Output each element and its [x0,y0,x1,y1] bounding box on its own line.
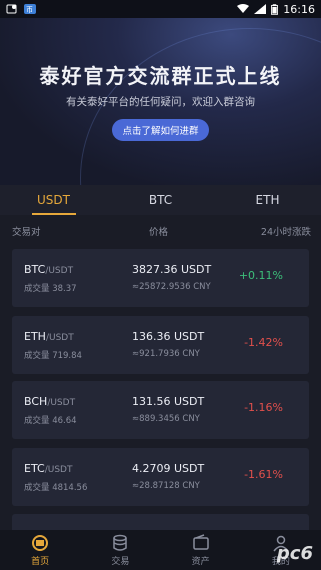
pair-base: ETC [24,462,45,475]
app-notification-icon: 币 [24,4,36,14]
market-row-bch[interactable]: BCH/USDT 成交量 46.64 131.56 USDT ≈889.3456… [12,381,309,439]
pair-label: BTC/USDT [24,263,73,276]
status-bar: 币 16:16 [0,0,321,18]
market-column-header: 交易对 价格 24小时涨跌 [0,222,321,238]
coins-icon [113,534,128,551]
market-row-partial[interactable] [12,514,309,530]
pair-base: ETH [24,330,46,343]
market-row-eth[interactable]: ETH/USDT 成交量 719.84 136.36 USDT ≈921.793… [12,316,309,374]
banner-subtitle: 有关泰好平台的任何疑问，欢迎入群咨询 [66,96,255,108]
notification-icon [6,4,17,14]
column-pair: 交易对 [12,227,41,238]
signal-icon [254,4,267,14]
market-row-btc[interactable]: BTC/USDT 成交量 38.37 3827.36 USDT ≈25872.9… [12,249,309,307]
price: 136.36 USDT [132,330,205,343]
price-cny: ≈921.7936 CNY [132,349,200,359]
nav-trade[interactable]: 交易 [80,530,160,570]
tab-eth[interactable]: ETH [214,185,321,215]
volume: 成交量 719.84 [24,351,82,361]
price: 131.56 USDT [132,395,205,408]
nav-home-label: 首页 [31,556,50,567]
column-change: 24小时涨跌 [260,227,311,238]
price: 4.2709 USDT [132,462,205,475]
promo-banner[interactable]: 泰好官方交流群正式上线 有关泰好平台的任何疑问，欢迎入群咨询 点击了解如何进群 [0,18,321,185]
svg-text:币: 币 [26,6,33,14]
wifi-icon [237,4,250,13]
volume: 成交量 46.64 [24,416,77,426]
pair-label: BCH/USDT [24,395,75,408]
change-24h: -1.42% [244,336,283,349]
tab-btc[interactable]: BTC [107,185,214,215]
pair-base: BCH [24,395,48,408]
change-24h: -1.61% [244,468,283,481]
price: 3827.36 USDT [132,263,212,276]
tab-usdt[interactable]: USDT [0,185,107,215]
column-price: 价格 [149,227,169,238]
status-time: 16:16 [283,2,315,16]
pair-quote: /USDT [47,398,76,408]
change-24h: +0.11% [238,269,283,282]
wallet-icon [192,533,209,550]
price-cny: ≈28.87128 CNY [132,481,200,491]
price-cny: ≈889.3456 CNY [132,414,200,424]
price-cny: ≈25872.9536 CNY [132,282,211,292]
bottom-nav: 首页 交易 资产 我的 [0,530,321,570]
join-group-button[interactable]: 点击了解如何进群 [112,119,209,141]
banner-title: 泰好官方交流群正式上线 [39,64,282,88]
pair-quote: /USDT [44,465,73,475]
nav-assets[interactable]: 资产 [161,530,241,570]
pair-quote: /USDT [45,266,74,276]
home-icon [32,534,49,551]
pair-base: BTC [24,263,46,276]
volume: 成交量 38.37 [24,284,77,294]
nav-assets-label: 资产 [191,556,210,567]
volume: 成交量 4814.56 [24,483,88,493]
pair-label: ETC/USDT [24,462,72,475]
change-24h: -1.16% [244,401,283,414]
market-tabs: USDT BTC ETH [0,185,321,215]
nav-trade-label: 交易 [111,556,130,567]
battery-icon [271,3,279,15]
market-row-etc[interactable]: ETC/USDT 成交量 4814.56 4.2709 USDT ≈28.871… [12,448,309,506]
nav-home[interactable]: 首页 [0,530,80,570]
pair-quote: /USDT [45,333,74,343]
watermark-logo: pc6 [276,543,313,564]
pair-label: ETH/USDT [24,330,74,343]
